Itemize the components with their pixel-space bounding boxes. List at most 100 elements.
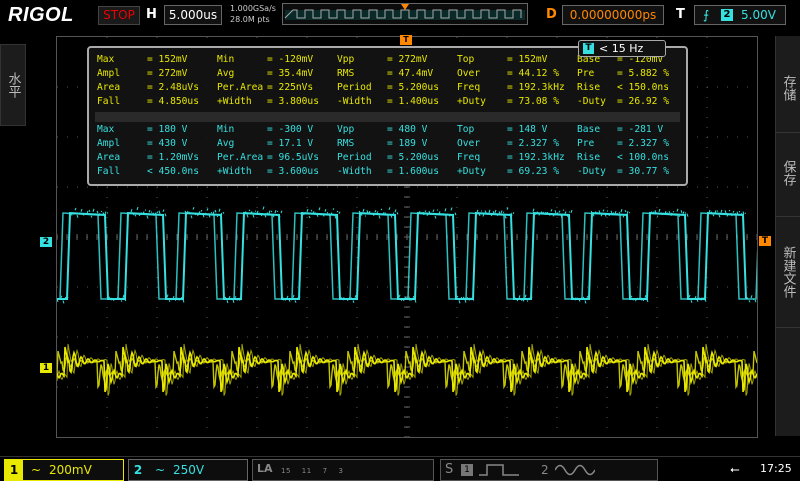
measurement-name: Fall	[97, 96, 121, 107]
delay-label: D	[546, 7, 557, 22]
measurement-value: = 17.1 V	[267, 138, 314, 149]
decoder-1-badge: 1	[461, 464, 473, 476]
measurement-value: = 225nVs	[267, 82, 314, 93]
measurement-value: = 192.3kHz	[507, 152, 565, 163]
sample-rate: 1.000GSa/s	[230, 4, 276, 13]
delay-value[interactable]: 0.00000000ps	[562, 5, 664, 25]
measurement-value: = 47.4mV	[387, 68, 434, 79]
measurement-value: = 148 V	[507, 124, 548, 135]
storage-tab[interactable]: 存储	[776, 48, 800, 128]
measurement-name: +Duty	[457, 166, 486, 177]
measurement-name: Top	[457, 54, 475, 65]
measurement-value: = 26.92 %	[617, 96, 669, 107]
measurement-value: = 44.12 %	[507, 68, 559, 79]
measurement-name: Period	[337, 82, 372, 93]
trigger-level: 5.00V	[741, 8, 776, 22]
measurement-value: = 35.4mV	[267, 68, 314, 79]
brand-logo: RIGOL	[8, 4, 74, 26]
ch2-number: 2	[133, 463, 143, 477]
measurement-value: < 100.0ns	[617, 152, 669, 163]
measurement-value: = 4.850us	[147, 96, 199, 107]
measurement-name: Per.Area	[217, 152, 264, 163]
trigger-label: T	[676, 7, 685, 22]
horizontal-menu-tab[interactable]: 水平	[0, 44, 26, 126]
logic-analyzer-settings[interactable]: LA 15 11 7 3	[252, 459, 434, 481]
decoder-settings[interactable]: S 1 2	[440, 459, 658, 481]
ch2-noise	[57, 206, 757, 304]
ch2-ac-coupling-icon: ~	[155, 463, 166, 477]
run-stop-status[interactable]: STOP	[98, 6, 140, 25]
trigger-source-badge: 2	[721, 9, 733, 21]
measurement-value: = 5.200us	[387, 152, 439, 163]
decoder-2-label: 2	[541, 463, 549, 477]
la-channels: 15 11 7 3	[281, 467, 344, 475]
measurement-value: = 189 V	[387, 138, 428, 149]
usb-icon: ⭠	[730, 462, 740, 476]
measurement-value: = -300 V	[267, 124, 314, 135]
memory-position-bar[interactable]	[282, 3, 528, 25]
measurement-value: = -120mV	[267, 54, 314, 65]
measurement-name: Max	[97, 54, 115, 65]
measurement-name: Area	[97, 82, 121, 93]
measurement-name: +Width	[217, 166, 252, 177]
measurement-value: = 272mV	[387, 54, 428, 65]
measurement-value: < 450.0ns	[147, 166, 199, 177]
measurement-name: Pre	[577, 68, 595, 79]
measurement-name: Ampl	[97, 138, 121, 149]
measurement-name: Rise	[577, 82, 601, 93]
measurement-name: Min	[217, 124, 235, 135]
la-label: LA	[257, 462, 273, 475]
measurement-name: -Width	[337, 96, 372, 107]
pulse-icon	[479, 464, 519, 476]
measurement-name: Vpp	[337, 54, 355, 65]
measurement-name: Rise	[577, 152, 601, 163]
measurement-name: Over	[457, 68, 481, 79]
measurement-name: Max	[97, 124, 115, 135]
measurement-value: = 1.20mVs	[147, 152, 199, 163]
measurement-value: = 1.600us	[387, 166, 439, 177]
trigger-level-marker[interactable]: T	[759, 236, 771, 246]
ch2-scale: 250V	[173, 463, 205, 477]
ch1-settings[interactable]: 1 ~ 200mV	[4, 459, 124, 481]
ch1-ac-coupling-icon: ~	[31, 463, 42, 477]
measurement-name: +Duty	[457, 96, 486, 107]
measurement-name: Per.Area	[217, 82, 264, 93]
measurement-name: Top	[457, 124, 475, 135]
measurement-name: Avg	[217, 138, 235, 149]
trigger-settings[interactable]: ⨍ 2 5.00V	[694, 5, 786, 25]
measurement-name: RMS	[337, 68, 355, 79]
ch1-number: 1	[5, 460, 23, 480]
filter-icon: T	[583, 43, 594, 54]
measurement-value: = 272mV	[147, 68, 188, 79]
right-menu-panel: 存储 保存 新建文件	[775, 36, 800, 436]
measurement-value: = 5.200us	[387, 82, 439, 93]
status-area: ⭠ 17:25	[730, 459, 796, 479]
memory-depth: 28.0M pts	[230, 15, 270, 24]
sample-rate-info: 1.000GSa/s 28.0M pts	[230, 3, 276, 25]
measurement-name: -Duty	[577, 96, 606, 107]
save-tab[interactable]: 保存	[776, 132, 800, 213]
measurement-value: = 5.882 %	[617, 68, 669, 79]
ch2-settings[interactable]: 2 ~ 250V	[128, 459, 248, 481]
trigger-position-marker[interactable]: T	[400, 35, 412, 45]
ch1-offset-marker[interactable]: 1	[40, 363, 52, 373]
measurement-value: = 180 V	[147, 124, 188, 135]
measurement-name: Freq	[457, 152, 481, 163]
filter-badge: T < 15 Hz	[578, 40, 666, 57]
measurement-name: Freq	[457, 82, 481, 93]
measurement-name: RMS	[337, 138, 355, 149]
new-file-tab[interactable]: 新建文件	[776, 216, 800, 328]
measurement-name: Fall	[97, 166, 121, 177]
measurement-value: = 3.600us	[267, 166, 319, 177]
bottom-bar: 1 ~ 200mV 2 ~ 250V LA 15 11 7 3 S 1 2 ⭠ …	[0, 456, 800, 481]
rising-edge-icon: ⨍	[703, 8, 710, 22]
timebase-value[interactable]: 5.000us	[164, 5, 222, 25]
ch2-offset-marker[interactable]: 2	[40, 237, 52, 247]
ch2-trace-persist	[57, 212, 757, 300]
measurement-value: < 150.0ns	[617, 82, 669, 93]
measurement-name: Pre	[577, 138, 595, 149]
measurement-value: = 2.327 %	[507, 138, 559, 149]
measurement-name: Ampl	[97, 68, 121, 79]
measurement-value: = -281 V	[617, 124, 664, 135]
measurement-separator	[95, 112, 680, 122]
